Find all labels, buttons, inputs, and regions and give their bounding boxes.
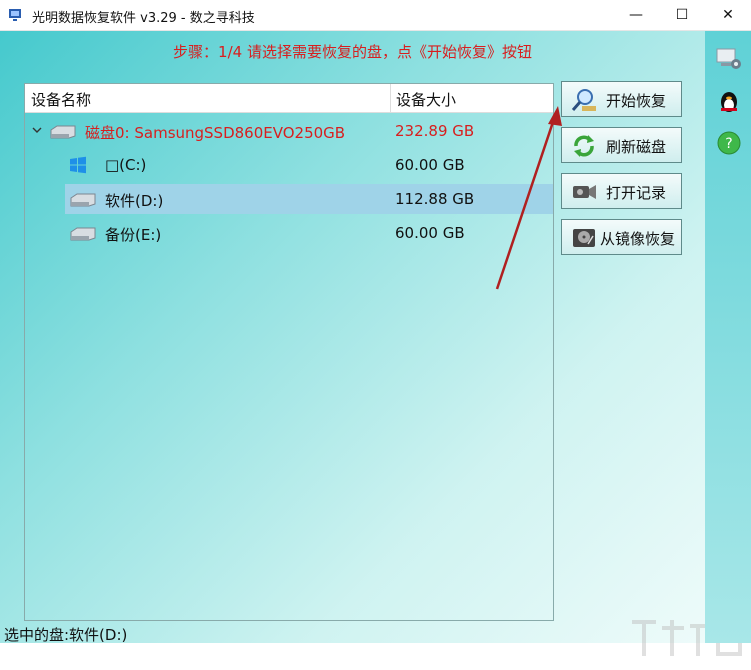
open-log-label: 打开记录 <box>606 184 667 202</box>
column-separator[interactable] <box>390 84 391 112</box>
qq-penguin-icon[interactable] <box>715 87 743 115</box>
device-size: 60.00 GB <box>395 224 465 242</box>
main-panel: 步骤：1/4 请选择需要恢复的盘，点《开始恢复》按钮 设备名称 设备大小 磁盘0… <box>0 31 742 656</box>
step-instruction: 步骤：1/4 请选择需要恢复的盘，点《开始恢复》按钮 <box>173 43 532 61</box>
partition-row-selected[interactable]: 软件(D:) 112.88 GB <box>25 184 553 214</box>
device-size: 112.88 GB <box>395 190 475 208</box>
minimize-button[interactable]: — <box>613 0 659 30</box>
disk-icon <box>50 125 76 139</box>
maximize-button[interactable]: ☐ <box>659 0 705 30</box>
title-bar: 光明数据恢复软件 v3.29 - 数之寻科技 — ☐ ✕ <box>0 0 751 31</box>
device-list[interactable]: 设备名称 设备大小 磁盘0: SamsungSSD860EVO250GB 232… <box>24 83 554 621</box>
magnifier-icon <box>571 89 596 111</box>
column-header-size[interactable]: 设备大小 <box>396 89 456 110</box>
hard-disk-icon <box>573 229 595 247</box>
window-title: 光明数据恢复软件 v3.29 - 数之寻科技 <box>32 11 255 26</box>
open-log-button[interactable]: 打开记录 <box>561 173 682 209</box>
partition-row[interactable]: □(C:) 60.00 GB <box>25 150 553 180</box>
device-name: 磁盘0: SamsungSSD860EVO250GB <box>85 124 346 142</box>
svg-text:?: ? <box>725 136 732 152</box>
windows-icon <box>70 156 86 174</box>
settings-monitor-icon[interactable] <box>715 45 743 73</box>
camcorder-icon <box>573 185 596 199</box>
expand-chevron-icon[interactable] <box>31 124 43 136</box>
device-name: □(C:) <box>105 156 147 174</box>
drive-icon <box>70 193 96 207</box>
device-size: 232.89 GB <box>395 122 475 140</box>
list-header: 设备名称 设备大小 <box>25 84 553 113</box>
device-name: 备份(E:) <box>105 226 162 244</box>
refresh-disk-label: 刷新磁盘 <box>606 138 667 156</box>
disk-row[interactable]: 磁盘0: SamsungSSD860EVO250GB 232.89 GB <box>25 116 553 146</box>
refresh-disk-button[interactable]: 刷新磁盘 <box>561 127 682 163</box>
device-size: 60.00 GB <box>395 156 465 174</box>
app-icon <box>9 9 21 21</box>
restore-from-image-label: 从镜像恢复 <box>600 230 676 248</box>
close-button[interactable]: ✕ <box>705 0 751 30</box>
start-recovery-button[interactable]: 开始恢复 <box>561 81 682 117</box>
restore-from-image-button[interactable]: 从镜像恢复 <box>561 219 682 255</box>
partition-row[interactable]: 备份(E:) 60.00 GB <box>25 218 553 248</box>
column-header-name[interactable]: 设备名称 <box>31 89 91 110</box>
refresh-icon <box>574 135 594 157</box>
status-bar-text: 选中的盘:软件(D:) <box>4 626 128 644</box>
device-name: 软件(D:) <box>105 192 164 210</box>
side-toolbar: ? <box>705 31 751 643</box>
help-icon[interactable]: ? <box>715 129 743 157</box>
drive-icon <box>70 227 96 241</box>
start-recovery-label: 开始恢复 <box>606 92 667 110</box>
